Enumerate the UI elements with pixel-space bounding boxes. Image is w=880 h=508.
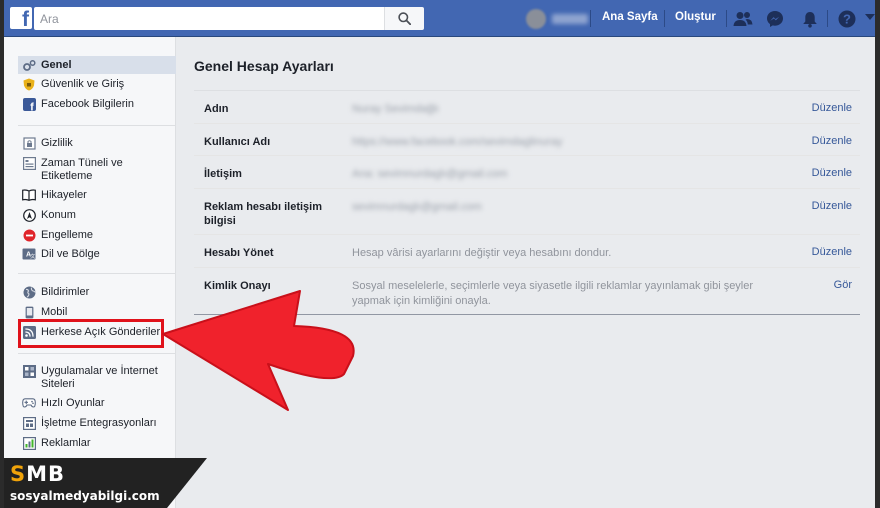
sidebar-item-business-integrations[interactable]: İşletme Entegrasyonları	[18, 416, 176, 430]
sidebar-item-apps[interactable]: Uygulamalar ve İnternet Siteleri	[18, 364, 176, 391]
help-icon[interactable]: ?	[836, 8, 858, 30]
book-icon	[22, 188, 36, 202]
svg-text:f: f	[30, 101, 34, 111]
sidebar-item-timeline[interactable]: Zaman Tüneli ve Etiketleme	[18, 156, 176, 183]
nav-separator	[664, 10, 665, 27]
settings-row-contact[interactable]: İletişim Ana: sevimnurdaglı@gmail.com Dü…	[194, 156, 860, 189]
sidebar-item-general[interactable]: Genel	[18, 56, 176, 74]
frame-right-border	[875, 0, 880, 508]
sidebar-divider	[18, 125, 176, 126]
messenger-icon[interactable]	[764, 8, 786, 30]
nav-separator	[827, 10, 828, 27]
sidebar-item-blocking[interactable]: Engelleme	[18, 228, 176, 242]
block-icon	[22, 228, 36, 242]
settings-row-name[interactable]: Adın Nuray Sevimdağlı Düzenle	[194, 91, 860, 124]
settings-table: Adın Nuray Sevimdağlı Düzenle Kullanıcı …	[194, 90, 860, 315]
view-link[interactable]: Gör	[834, 279, 852, 291]
watermark-corner	[167, 458, 207, 508]
facebook-icon: f	[22, 97, 36, 111]
apps-icon	[22, 364, 36, 378]
edit-link[interactable]: Düzenle	[812, 102, 852, 114]
sidebar-item-instant-games[interactable]: Hızlı Oyunlar	[18, 396, 176, 410]
avatar	[526, 9, 546, 29]
notifications-bell-icon[interactable]	[799, 8, 821, 30]
facebook-logo[interactable]: f	[10, 7, 32, 29]
search-input[interactable]	[34, 7, 384, 30]
page-title: Genel Hesap Ayarları	[194, 58, 334, 74]
nav-separator	[590, 10, 591, 27]
sidebar-item-mobile[interactable]: Mobil	[18, 305, 176, 319]
home-link[interactable]: Ana Sayfa	[602, 11, 658, 23]
edit-link[interactable]: Düzenle	[812, 246, 852, 258]
language-icon: A文	[22, 247, 36, 261]
business-icon	[22, 416, 36, 430]
blurred-username	[552, 14, 588, 24]
sidebar-item-facebook-info[interactable]: f Facebook Bilgilerin	[18, 97, 176, 111]
mobile-icon	[22, 305, 36, 319]
sidebar-item-location[interactable]: Konum	[18, 208, 176, 222]
gamepad-icon	[22, 396, 36, 410]
watermark-url: sosyalmedyabilgi.com	[10, 489, 160, 503]
create-link[interactable]: Oluştur	[675, 11, 716, 23]
settings-row-manage-account[interactable]: Hesabı Yönet Hesap vârisi ayarlarını değ…	[194, 235, 860, 268]
watermark-logo: SMB	[10, 462, 66, 486]
sidebar-divider	[18, 353, 176, 354]
globe-icon	[22, 285, 36, 299]
svg-text:?: ?	[843, 12, 851, 27]
settings-row-ad-contact[interactable]: Reklam hesabı iletişim bilgisi sevimnurd…	[194, 189, 860, 235]
watermark-badge: SMB sosyalmedyabilgi.com	[4, 458, 167, 508]
friend-requests-icon[interactable]	[732, 8, 754, 30]
sidebar-item-ads[interactable]: Reklamlar	[18, 436, 176, 450]
edit-link[interactable]: Düzenle	[812, 200, 852, 212]
nav-separator	[726, 10, 727, 27]
gear-icon	[22, 58, 36, 72]
search-button[interactable]	[384, 7, 424, 30]
settings-row-username[interactable]: Kullanıcı Adı https://www.facebook.com/s…	[194, 124, 860, 156]
sidebar-item-language[interactable]: A文 Dil ve Bölge	[18, 247, 176, 261]
location-icon	[22, 208, 36, 222]
timeline-icon	[22, 156, 36, 170]
shield-icon	[22, 77, 36, 91]
profile-link[interactable]	[526, 8, 588, 30]
red-arrow-annotation	[162, 290, 355, 411]
sidebar-item-notifications[interactable]: Bildirimler	[18, 285, 176, 299]
sidebar-divider	[18, 273, 176, 274]
lock-icon	[22, 136, 36, 150]
highlight-box	[18, 319, 164, 348]
edit-link[interactable]: Düzenle	[812, 135, 852, 147]
sidebar-item-privacy[interactable]: Gizlilik	[18, 136, 176, 150]
ads-icon	[22, 436, 36, 450]
account-menu-dropdown-icon[interactable]	[865, 14, 875, 20]
top-bar: f Ana Sayfa Oluştur	[4, 0, 875, 37]
search-icon	[398, 12, 411, 25]
sidebar-item-stories[interactable]: Hikayeler	[18, 188, 176, 202]
settings-sidebar: Genel Güvenlik ve Giriş f Facebook Bilgi…	[4, 37, 176, 508]
edit-link[interactable]: Düzenle	[812, 167, 852, 179]
sidebar-item-security[interactable]: Güvenlik ve Giriş	[18, 77, 176, 91]
svg-text:文: 文	[30, 253, 35, 260]
